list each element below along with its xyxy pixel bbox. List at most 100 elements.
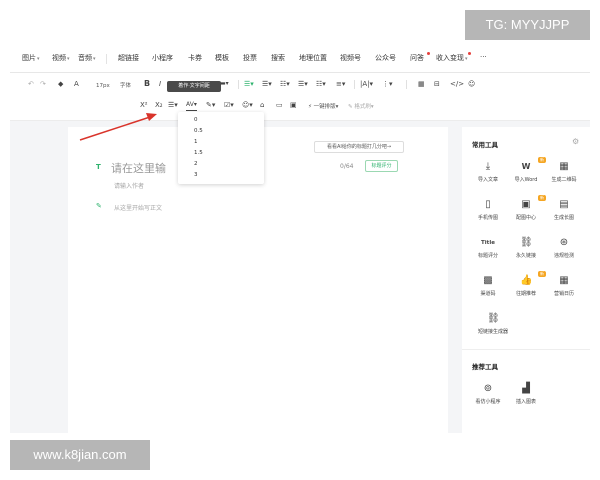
tool-insert-chart[interactable]: ▟ 插入图表 (506, 383, 546, 413)
subscript-button[interactable]: X₂ (155, 100, 163, 110)
line-spacing-icon[interactable]: ☰▾ (168, 100, 178, 110)
menu-item-location[interactable]: 地理位置 (299, 53, 327, 63)
menu-item-official-account[interactable]: 公众号 (375, 53, 396, 63)
table-icon[interactable]: ▦ (418, 79, 425, 89)
tool-image-center[interactable]: ▣ 配图中心 (506, 199, 546, 229)
mini-program-icon: ⊚ (483, 383, 493, 394)
format-brush-icon[interactable]: ◆ (58, 79, 63, 89)
italic-button[interactable]: I (159, 79, 161, 89)
letter-spacing-option[interactable]: 1.5 (194, 150, 203, 156)
font-size-select[interactable]: 17px (96, 81, 110, 91)
paragraph-spacing-icon[interactable]: ☷▾ (316, 79, 326, 89)
title-score-icon: Title (481, 240, 495, 246)
menu-item-more[interactable]: ··· (480, 53, 487, 61)
word-icon: W (521, 162, 531, 171)
menu-item-monetize[interactable]: 收入变现▾ (436, 53, 468, 63)
undo-icon[interactable]: ↶ (28, 79, 34, 89)
menu-item-image[interactable]: 图片▾ (22, 53, 40, 63)
tool-phone-upload[interactable]: ▯ 手机传图 (468, 199, 508, 229)
font-family-select[interactable]: 字体 (120, 81, 131, 91)
title-input[interactable]: 请在这里输 (111, 160, 166, 176)
insert-menu-bar: 图片▾ 视频▾ 音频▾ 超链接 小程序 卡券 模板 投票 搜索 地理位置 视频号… (10, 45, 590, 73)
tool-permanent-link[interactable]: ⛓ 永久链接 (506, 237, 546, 267)
calendar-icon: ▦ (559, 275, 569, 286)
bold-button[interactable]: B (144, 79, 150, 89)
letter-spacing-option[interactable]: 3 (194, 172, 198, 178)
divider-line-icon[interactable]: ⊟ (434, 79, 440, 89)
menu-item-video[interactable]: 视频▾ (52, 53, 70, 63)
list-icon[interactable]: ≡▾ (336, 79, 345, 89)
tag-icon[interactable]: ⌂ (260, 100, 264, 110)
save-icon[interactable]: ▣ (290, 100, 297, 110)
new-dot (468, 52, 471, 55)
sticker-icon[interactable]: ☺▾ (242, 100, 253, 110)
checkbox-icon[interactable]: ☑▾ (224, 100, 234, 110)
panel-divider (462, 349, 590, 350)
tool-import-word[interactable]: W 导入Word (506, 161, 546, 191)
indent-icon[interactable]: ☷▾ (280, 79, 290, 89)
recommend-tools-title: 推荐工具 (472, 363, 498, 371)
phone-upload-icon: ▯ (485, 199, 491, 210)
menu-item-vote[interactable]: 投票 (243, 53, 257, 63)
letter-spacing-button[interactable]: AV▾ (186, 100, 197, 111)
tool-channel-code[interactable]: ▩ 渠道码 (468, 275, 508, 305)
magic-wand-icon[interactable]: ✎▾ (206, 100, 215, 110)
menu-item-hyperlink[interactable]: 超链接 (118, 53, 139, 63)
letter-spacing-option[interactable]: 2 (194, 161, 198, 167)
letter-spacing-dropdown: 0 0.5 1 1.5 2 3 (178, 112, 264, 184)
author-input[interactable]: 请输入作者 (114, 181, 144, 190)
watermark-bottom: www.k8jian.com (10, 440, 150, 470)
title-score-button[interactable]: 标题评分 (365, 160, 398, 172)
menu-item-template[interactable]: 模板 (215, 53, 229, 63)
menu-item-qa[interactable]: 问答 (410, 53, 424, 63)
menu-item-audio[interactable]: 音频▾ (78, 53, 96, 63)
menu-divider (106, 54, 107, 64)
tool-import-article[interactable]: ⤓ 导入文章 (468, 161, 508, 191)
typeset-button[interactable]: ✎ 格式刷▾ (348, 102, 374, 112)
short-link-icon: ⛓ (487, 313, 500, 324)
text-direction-icon[interactable]: |A|▾ (360, 79, 373, 89)
code-icon[interactable]: </> (450, 79, 464, 89)
letter-spacing-option[interactable]: 0.5 (194, 128, 203, 134)
highlight-icon[interactable]: ▬▾ (220, 79, 229, 89)
line-height-icon[interactable]: ☰▾ (298, 79, 308, 89)
border-icon[interactable]: ⋮▾ (382, 79, 393, 89)
common-tools-title: 常用工具 (472, 141, 498, 149)
menu-item-coupon[interactable]: 卡券 (188, 53, 202, 63)
tool-mini-program[interactable]: ⊚ 看仿小程序 (468, 383, 508, 413)
tool-violation-check[interactable]: ⊛ 违规检测 (544, 237, 584, 267)
tool-generate-qrcode[interactable]: ▦ 生成二维码 (544, 161, 584, 191)
tool-short-link[interactable]: ⛓ 短链接生成器 (468, 313, 518, 343)
editor-screen: 图片▾ 视频▾ 音频▾ 超链接 小程序 卡券 模板 投票 搜索 地理位置 视频号… (10, 45, 590, 433)
card-icon[interactable]: ▭ (276, 100, 283, 110)
tool-long-image[interactable]: ▤ 生成长图 (544, 199, 584, 229)
import-article-icon: ⤓ (485, 161, 491, 172)
letter-spacing-option[interactable]: 1 (194, 139, 198, 145)
redo-icon[interactable]: ↷ (40, 79, 46, 89)
menu-item-video-account[interactable]: 视频号 (340, 53, 361, 63)
tool-marketing-calendar[interactable]: ▦ 营销日历 (544, 275, 584, 305)
align-center-icon[interactable]: ☰▾ (262, 79, 272, 89)
channel-code-icon: ▩ (483, 275, 493, 286)
clear-format-icon[interactable]: A (74, 79, 79, 89)
toolbar-divider (354, 80, 355, 89)
one-key-layout-button[interactable]: ⚡ 一键排版▾ (308, 102, 338, 112)
letter-spacing-option[interactable]: 0 (194, 117, 198, 123)
superscript-button[interactable]: X² (140, 100, 148, 110)
letter-spacing-tooltip: 着作·文字间距 (167, 81, 221, 92)
long-image-icon: ▤ (559, 199, 569, 210)
tool-past-recommend[interactable]: 👍 往期推荐 (506, 275, 546, 305)
emoji-icon[interactable]: ☺ (468, 79, 475, 89)
gear-icon[interactable]: ⚙ (572, 137, 579, 146)
title-icon: T (96, 163, 101, 171)
body-input[interactable]: 从这里开始写正文 (114, 203, 162, 212)
tool-title-score[interactable]: Title 标题评分 (468, 237, 508, 267)
menu-item-search[interactable]: 搜索 (271, 53, 285, 63)
ai-title-tip[interactable]: 看看AI给你的标题打几分吧→ (314, 141, 404, 153)
tools-panel: 常用工具 ⚙ ⤓ 导入文章 W 导入Word 新 ▦ 生成二维码 ▯ 手机传图 ▣ 配图中… (462, 127, 590, 433)
format-toolbar: ↶ ↷ ◆ A 17px 字体 B I U S ▬▾ ☰▾ ☰▾ ☷▾ ☰▾ ☷… (10, 73, 590, 121)
align-left-icon[interactable]: ☰▾ (244, 79, 254, 89)
toolbar-divider (406, 80, 407, 89)
menu-item-mini-program[interactable]: 小程序 (152, 53, 173, 63)
toolbar-divider (238, 80, 239, 89)
